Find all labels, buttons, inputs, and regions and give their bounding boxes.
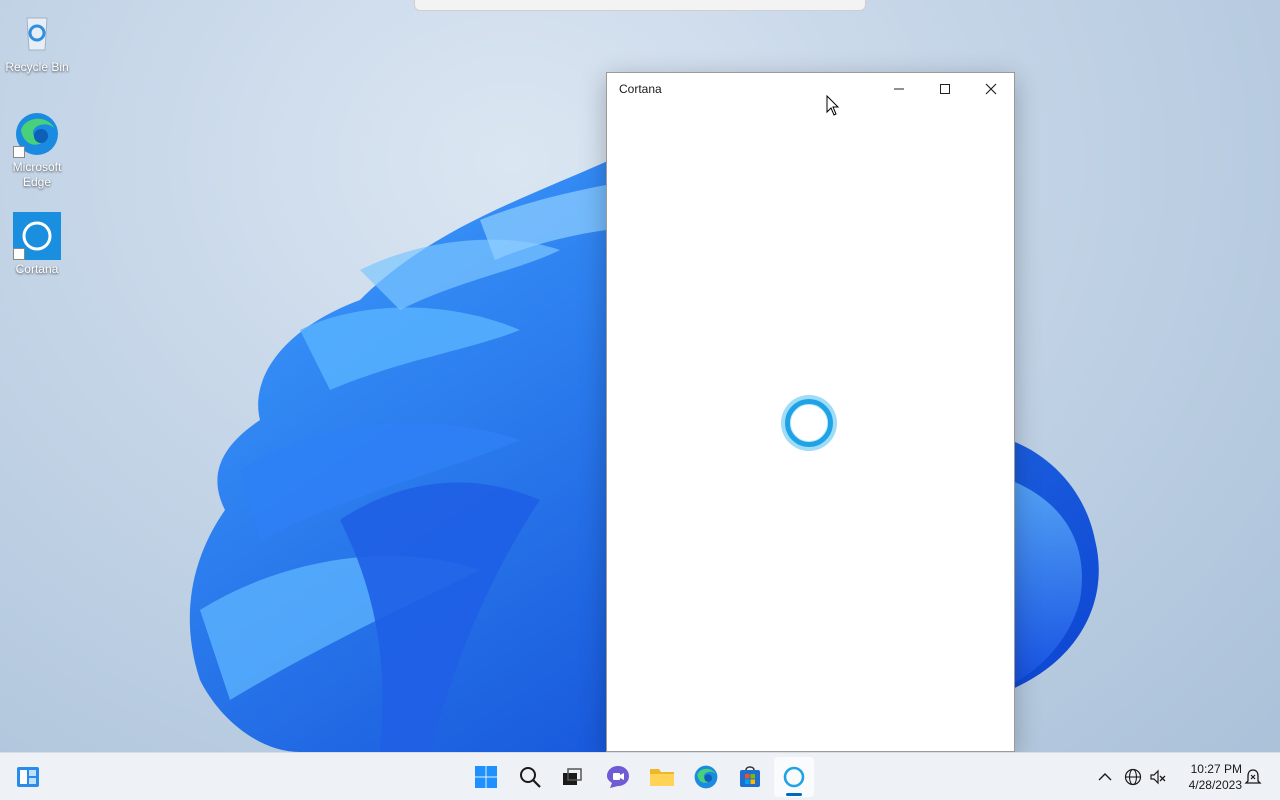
chevron-up-icon xyxy=(1098,773,1112,781)
close-button[interactable] xyxy=(968,73,1014,105)
file-explorer-button[interactable] xyxy=(642,757,682,797)
store-icon xyxy=(740,766,760,787)
cortana-loading-ring xyxy=(785,399,833,447)
edge-taskbar-button[interactable] xyxy=(686,757,726,797)
desktop-icon-recycle-bin[interactable]: Recycle Bin xyxy=(0,10,74,75)
show-hidden-icons-button[interactable] xyxy=(1095,767,1115,787)
maximize-icon xyxy=(940,84,950,94)
maximize-button[interactable] xyxy=(922,73,968,105)
cortana-icon xyxy=(13,212,61,260)
start-button[interactable] xyxy=(466,757,506,797)
search-icon xyxy=(520,767,541,788)
shortcut-arrow-icon xyxy=(13,248,25,260)
mouse-cursor-icon xyxy=(826,95,840,116)
recycle-bin-icon xyxy=(13,10,61,58)
window-title: Cortana xyxy=(619,82,662,96)
desktop: Recycle Bin Microsoft Edge Cortana Corta… xyxy=(0,0,1280,752)
edge-icon xyxy=(13,110,61,158)
notification-icon xyxy=(1244,769,1262,784)
desktop-icon-label: Microsoft Edge xyxy=(12,160,62,189)
widgets-icon xyxy=(17,767,39,787)
globe-icon xyxy=(1124,768,1142,786)
title-bar[interactable]: Cortana xyxy=(607,73,1014,105)
desktop-icon-cortana[interactable]: Cortana xyxy=(0,212,74,277)
speaker-muted-icon xyxy=(1150,769,1166,785)
cortana-taskbar-button[interactable] xyxy=(774,757,814,797)
close-icon xyxy=(985,83,997,95)
clock[interactable]: 10:27 PM 4/28/2023 xyxy=(1176,761,1242,793)
edge-icon xyxy=(694,765,718,789)
minimize-button[interactable] xyxy=(876,73,922,105)
notification-button[interactable] xyxy=(1243,767,1263,787)
cortana-icon xyxy=(783,766,805,788)
widgets-button[interactable] xyxy=(8,757,48,797)
store-button[interactable] xyxy=(730,757,770,797)
windows-start-icon xyxy=(475,766,497,788)
shortcut-arrow-icon xyxy=(13,146,25,158)
teams-chat-icon xyxy=(607,766,629,788)
partial-window-top xyxy=(414,0,866,11)
taskbar: 10:27 PM 4/28/2023 xyxy=(0,752,1280,800)
cortana-window: Cortana xyxy=(606,72,1015,752)
folder-icon xyxy=(650,769,674,786)
desktop-icon-label: Cortana xyxy=(15,262,59,276)
search-button[interactable] xyxy=(510,757,550,797)
network-button[interactable] xyxy=(1123,767,1143,787)
minimize-icon xyxy=(894,88,904,90)
clock-time: 10:27 PM xyxy=(1190,762,1242,776)
chat-button[interactable] xyxy=(598,757,638,797)
active-app-indicator xyxy=(786,793,802,796)
task-view-icon xyxy=(563,768,582,785)
desktop-icon-label: Recycle Bin xyxy=(5,60,69,74)
clock-date: 4/28/2023 xyxy=(1188,778,1242,792)
task-view-button[interactable] xyxy=(552,757,592,797)
volume-button[interactable] xyxy=(1148,767,1168,787)
desktop-icon-microsoft-edge[interactable]: Microsoft Edge xyxy=(0,110,74,190)
